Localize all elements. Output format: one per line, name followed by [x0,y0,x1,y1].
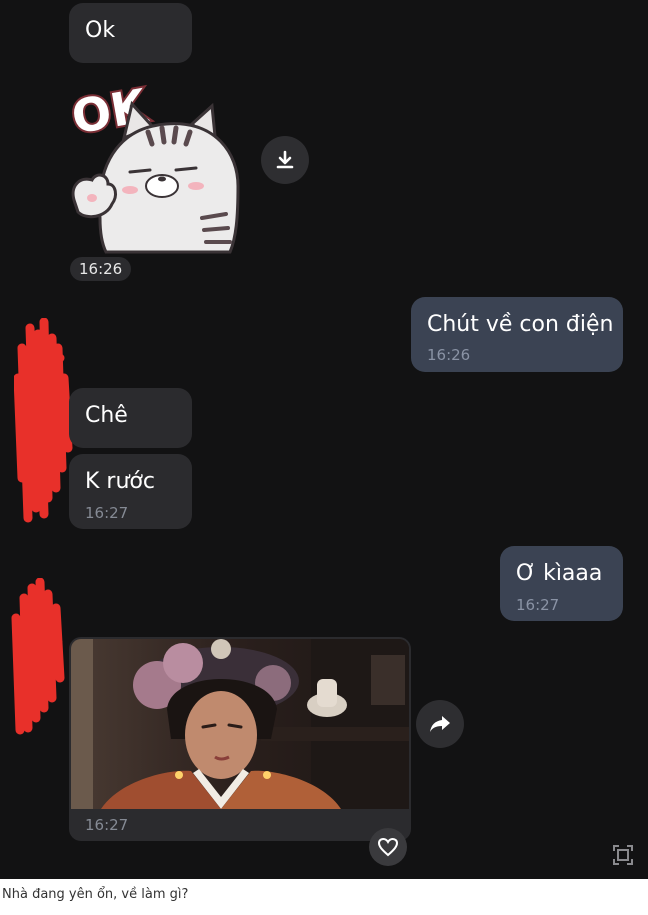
sticker-time-badge: 16:26 [70,257,132,281]
message-bubble-incoming[interactable]: Chê [69,388,192,448]
message-text: Ok [85,18,116,43]
message-bubble-outgoing[interactable]: Ơ kìaaa 16:27 [500,546,623,621]
download-icon [276,150,294,169]
message-text: Chê [85,403,128,428]
avatar-redaction [11,578,65,735]
chat-view: Ok OK 16:26 Chút về con điện 16:26 Chê K… [0,0,648,879]
media-image [71,639,409,809]
sticker-time: 16:26 [79,260,123,278]
message-text: Ơ kìaaa [516,561,603,586]
cat-sticker-image: OK [66,76,240,254]
download-button[interactable] [261,136,309,184]
caption-text: Nhà đang yên ổn, về làm gì? [2,887,189,902]
sticker-message[interactable]: OK [66,68,246,254]
message-text: K rước [85,469,155,494]
message-text: Chút về con điện [427,312,614,337]
message-time: 16:26 [427,346,471,364]
avatar-redaction [14,318,73,523]
message-bubble-outgoing[interactable]: Chút về con điện 16:26 [411,297,623,372]
share-arrow-icon [430,716,450,732]
message-time: 16:27 [85,504,129,522]
react-button[interactable] [369,828,407,866]
media-time: 16:27 [85,816,129,834]
media-message[interactable]: 16:27 [69,637,411,841]
expand-icon[interactable] [612,844,634,866]
media-thumbnail[interactable] [71,639,409,809]
share-button[interactable] [416,700,464,748]
message-bubble-incoming[interactable]: Ok [69,3,192,63]
heart-icon [377,837,399,857]
message-bubble-incoming[interactable]: K rước 16:27 [69,454,192,529]
image-caption: Nhà đang yên ổn, về làm gì? [0,879,648,915]
message-time: 16:27 [516,596,560,614]
